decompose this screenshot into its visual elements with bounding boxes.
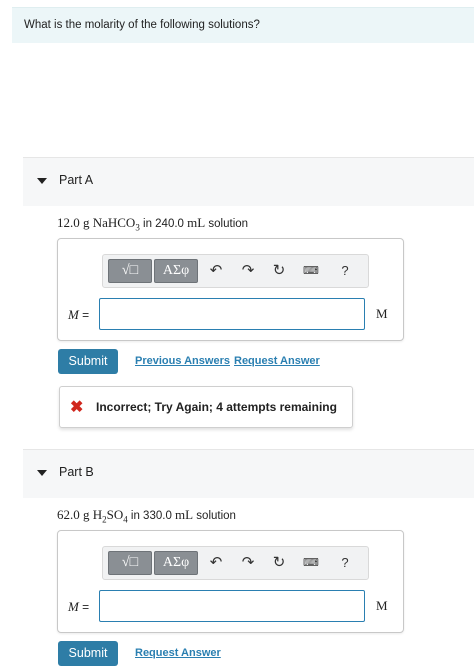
undo-icon[interactable]: ↶ bbox=[206, 262, 226, 280]
part-a-header[interactable]: Part A bbox=[23, 157, 474, 206]
redo-icon[interactable]: ↷ bbox=[238, 554, 258, 572]
keyboard-icon[interactable]: ⌨ bbox=[301, 262, 321, 280]
incorrect-x-icon: ✖ bbox=[70, 399, 84, 416]
question-banner: What is the molarity of the following so… bbox=[12, 7, 474, 43]
part-a-problem: 12.0 g NaHCO3 in 240.0 mL solution bbox=[57, 215, 249, 233]
answer-input[interactable] bbox=[99, 590, 365, 622]
previous-answers-link[interactable]: Previous Answers bbox=[135, 355, 230, 367]
submit-button[interactable]: Submit bbox=[58, 349, 118, 374]
part-b-answer-box: √□ ΑΣφ ↶ ↷ ↻ ⌨ ? M = M bbox=[57, 530, 404, 633]
question-text: What is the molarity of the following so… bbox=[24, 19, 260, 31]
unit-label: M bbox=[376, 598, 388, 613]
symbols-button[interactable]: ΑΣφ bbox=[154, 259, 198, 283]
variable-label: M = bbox=[68, 307, 90, 322]
collapse-triangle-icon[interactable] bbox=[37, 178, 47, 184]
part-b-title: Part B bbox=[59, 465, 94, 479]
unit-label: M bbox=[376, 306, 388, 321]
keyboard-icon[interactable]: ⌨ bbox=[301, 554, 321, 572]
part-b-problem: 62.0 g H2SO4 in 330.0 mL solution bbox=[57, 507, 236, 525]
part-a-title: Part A bbox=[59, 173, 94, 187]
variable-label: M = bbox=[68, 599, 90, 614]
request-answer-link[interactable]: Request Answer bbox=[135, 647, 221, 659]
help-icon[interactable]: ? bbox=[335, 554, 355, 572]
redo-icon[interactable]: ↷ bbox=[238, 262, 258, 280]
collapse-triangle-icon[interactable] bbox=[37, 470, 47, 476]
part-a-answer-box: √□ ΑΣφ ↶ ↷ ↻ ⌨ ? M = M bbox=[57, 238, 404, 341]
reset-icon[interactable]: ↻ bbox=[269, 554, 289, 572]
help-icon[interactable]: ? bbox=[335, 262, 355, 280]
feedback-message: Incorrect; Try Again; 4 attempts remaini… bbox=[96, 400, 337, 414]
part-b-header[interactable]: Part B bbox=[23, 449, 474, 498]
submit-button[interactable]: Submit bbox=[58, 641, 118, 666]
math-toolbar: √□ ΑΣφ ↶ ↷ ↻ ⌨ ? bbox=[102, 546, 369, 580]
undo-icon[interactable]: ↶ bbox=[206, 554, 226, 572]
templates-button[interactable]: √□ bbox=[108, 259, 152, 283]
math-toolbar: √□ ΑΣφ ↶ ↷ ↻ ⌨ ? bbox=[102, 254, 369, 288]
templates-button[interactable]: √□ bbox=[108, 551, 152, 575]
request-answer-link[interactable]: Request Answer bbox=[234, 355, 320, 367]
answer-input[interactable] bbox=[99, 298, 365, 330]
symbols-button[interactable]: ΑΣφ bbox=[154, 551, 198, 575]
reset-icon[interactable]: ↻ bbox=[269, 262, 289, 280]
feedback-box: ✖ Incorrect; Try Again; 4 attempts remai… bbox=[59, 386, 353, 428]
